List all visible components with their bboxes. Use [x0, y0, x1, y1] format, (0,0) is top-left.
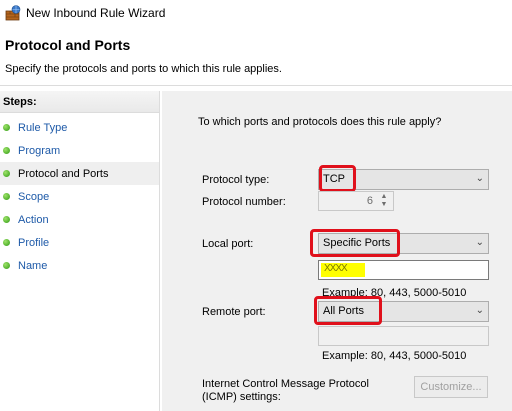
icmp-label: Internet Control Message Protocol (ICMP)… — [202, 378, 369, 404]
green-dot-icon — [3, 239, 10, 246]
step-profile[interactable]: Profile — [0, 231, 159, 254]
step-scope[interactable]: Scope — [0, 185, 159, 208]
customize-button[interactable]: Customize... — [414, 376, 488, 398]
window-titlebar: New Inbound Rule Wizard — [0, 0, 512, 26]
green-dot-icon — [3, 170, 10, 177]
main-pane: To which ports and protocols does this r… — [162, 91, 512, 411]
page-title: Protocol and Ports — [5, 37, 131, 53]
local-port-label: Local port: — [202, 238, 254, 250]
remote-port-example: Example: 80, 443, 5000-5010 — [322, 350, 467, 362]
step-label: Scope — [18, 190, 50, 203]
steps-heading: Steps: — [0, 91, 159, 113]
steps-pane: Steps: Rule Type Program Protocol and Po… — [0, 91, 160, 411]
green-dot-icon — [3, 193, 10, 200]
protocol-number-label: Protocol number: — [202, 196, 286, 208]
protocol-number-stepper[interactable]: 6 ▲ ▼ — [318, 191, 394, 211]
step-label: Name — [18, 259, 48, 272]
chevron-down-icon: ⌄ — [475, 173, 484, 184]
green-dot-icon — [3, 124, 10, 131]
icmp-label-line2: (ICMP) settings: — [202, 391, 281, 403]
step-protocol-and-ports[interactable]: Protocol and Ports — [0, 162, 159, 185]
step-rule-type[interactable]: Rule Type — [0, 116, 159, 139]
firewall-icon — [5, 5, 21, 21]
annotation-highlight-protocol — [319, 165, 356, 192]
step-program[interactable]: Program — [0, 139, 159, 162]
annotation-highlight-local-port — [310, 229, 400, 257]
ports-question: To which ports and protocols does this r… — [198, 116, 442, 128]
window-title: New Inbound Rule Wizard — [26, 6, 166, 20]
protocol-type-label: Protocol type: — [202, 174, 270, 186]
page-subtitle: Specify the protocols and ports to which… — [5, 63, 282, 75]
wizard-header: Protocol and Ports Specify the protocols… — [0, 26, 512, 86]
local-port-input[interactable]: XXXX — [318, 260, 489, 280]
annotation-highlight-remote-port — [314, 296, 382, 325]
remote-port-input[interactable] — [318, 326, 489, 346]
chevron-down-icon: ⌄ — [475, 237, 484, 248]
step-name[interactable]: Name — [0, 254, 159, 277]
step-label: Protocol and Ports — [18, 167, 109, 180]
step-label: Action — [18, 213, 49, 226]
protocol-number-value: 6 — [366, 195, 373, 207]
green-dot-icon — [3, 262, 10, 269]
step-action[interactable]: Action — [0, 208, 159, 231]
step-label: Program — [18, 144, 61, 157]
icmp-label-line1: Internet Control Message Protocol — [202, 378, 369, 390]
step-label: Rule Type — [18, 121, 68, 134]
green-dot-icon — [3, 216, 10, 223]
spin-arrows-icon[interactable]: ▲ ▼ — [377, 193, 391, 209]
chevron-down-icon: ⌄ — [475, 305, 484, 316]
green-dot-icon — [3, 147, 10, 154]
step-label: Profile — [18, 236, 50, 249]
remote-port-label: Remote port: — [202, 306, 266, 318]
local-port-input-value: XXXX — [321, 263, 365, 277]
